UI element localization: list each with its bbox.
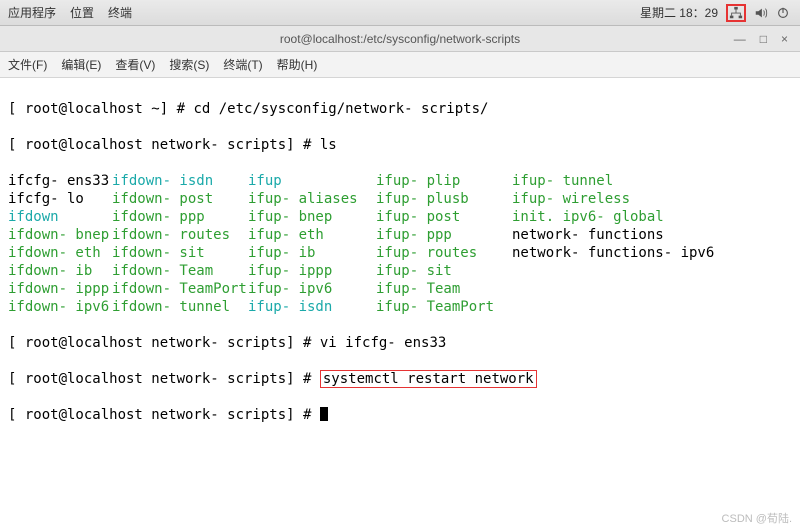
file-entry: ifup [248,172,376,190]
file-entry: ifup- eth [248,226,376,244]
file-entry: ifdown- Team [112,262,248,280]
watermark: CSDN @荀陆. [722,510,792,526]
cmd-ls: ls [320,137,337,153]
prompt: [ root@localhost network- scripts] # [8,371,320,387]
file-entry: ifup- ipv6 [248,280,376,298]
menu-file[interactable]: 文件(F) [8,56,47,73]
maximize-button[interactable]: □ [760,32,767,46]
file-entry: network- functions [512,226,712,244]
menu-edit[interactable]: 编辑(E) [61,56,101,73]
file-entry: ifdown [8,208,112,226]
file-entry: ifcfg- ens33 [8,172,112,190]
file-entry: ifdown- ippp [8,280,112,298]
file-entry: ifdown- ppp [112,208,248,226]
close-button[interactable]: × [781,32,788,46]
file-entry: network- functions- ipv6 [512,244,712,262]
file-entry: ifdown- routes [112,226,248,244]
apps-menu[interactable]: 应用程序 [8,4,56,21]
terminal-menu[interactable]: 终端 [108,4,132,21]
terminal-output[interactable]: [ root@localhost ~] # cd /etc/sysconfig/… [0,78,800,446]
window-title: root@localhost:/etc/sysconfig/network-sc… [280,32,520,46]
file-entry: ifup- tunnel [512,172,712,190]
file-entry: ifup- bnep [248,208,376,226]
system-top-panel: 应用程序 位置 终端 星期二 18：29 [0,0,800,26]
network-icon[interactable] [729,6,743,20]
cursor [320,407,328,421]
file-entry: ifup- aliases [248,190,376,208]
prompt: [ root@localhost network- scripts] # [8,137,320,153]
window-titlebar[interactable]: root@localhost:/etc/sysconfig/network-sc… [0,26,800,52]
file-entry: ifup- ippp [248,262,376,280]
file-entry: ifdown- bnep [8,226,112,244]
menubar: 文件(F) 编辑(E) 查看(V) 搜索(S) 终端(T) 帮助(H) [0,52,800,78]
file-entry: ifdown- TeamPort [112,280,248,298]
file-entry [512,262,712,280]
file-entry: ifup- post [376,208,512,226]
file-entry: ifup- isdn [248,298,376,316]
file-entry: ifup- plip [376,172,512,190]
clock[interactable]: 星期二 18：29 [640,4,718,21]
file-entry [512,298,712,316]
file-entry: ifup- ppp [376,226,512,244]
file-entry: ifup- wireless [512,190,712,208]
file-entry: ifdown- ipv6 [8,298,112,316]
file-entry: ifup- plusb [376,190,512,208]
menu-help[interactable]: 帮助(H) [277,56,318,73]
power-icon[interactable] [776,6,790,20]
cmd-cd: cd /etc/sysconfig/network- scripts/ [193,101,488,117]
volume-icon[interactable] [754,6,768,20]
file-entry: init. ipv6- global [512,208,712,226]
prompt: [ root@localhost ~] # [8,101,193,117]
menu-search[interactable]: 搜索(S) [169,56,209,73]
file-entry: ifdown- ib [8,262,112,280]
file-entry [512,280,712,298]
file-entry: ifup- ib [248,244,376,262]
file-entry: ifdown- isdn [112,172,248,190]
file-entry: ifup- TeamPort [376,298,512,316]
file-entry: ifdown- post [112,190,248,208]
menu-view[interactable]: 查看(V) [115,56,155,73]
file-entry: ifup- Team [376,280,512,298]
file-entry: ifdown- eth [8,244,112,262]
menu-terminal[interactable]: 终端(T) [223,56,262,73]
file-entry: ifup- routes [376,244,512,262]
prompt: [ root@localhost network- scripts] # [8,335,320,351]
file-entry: ifcfg- lo [8,190,112,208]
file-entry: ifdown- tunnel [112,298,248,316]
file-entry: ifup- sit [376,262,512,280]
places-menu[interactable]: 位置 [70,4,94,21]
cmd-systemctl-highlight: systemctl restart network [320,370,537,388]
network-highlight [726,4,746,22]
minimize-button[interactable]: — [734,32,746,46]
prompt: [ root@localhost network- scripts] # [8,407,320,423]
ls-output: ifcfg- ens33ifdown- isdnifupifup- plipif… [8,172,792,316]
file-entry: ifdown- sit [112,244,248,262]
cmd-vi: vi ifcfg- ens33 [320,335,446,351]
